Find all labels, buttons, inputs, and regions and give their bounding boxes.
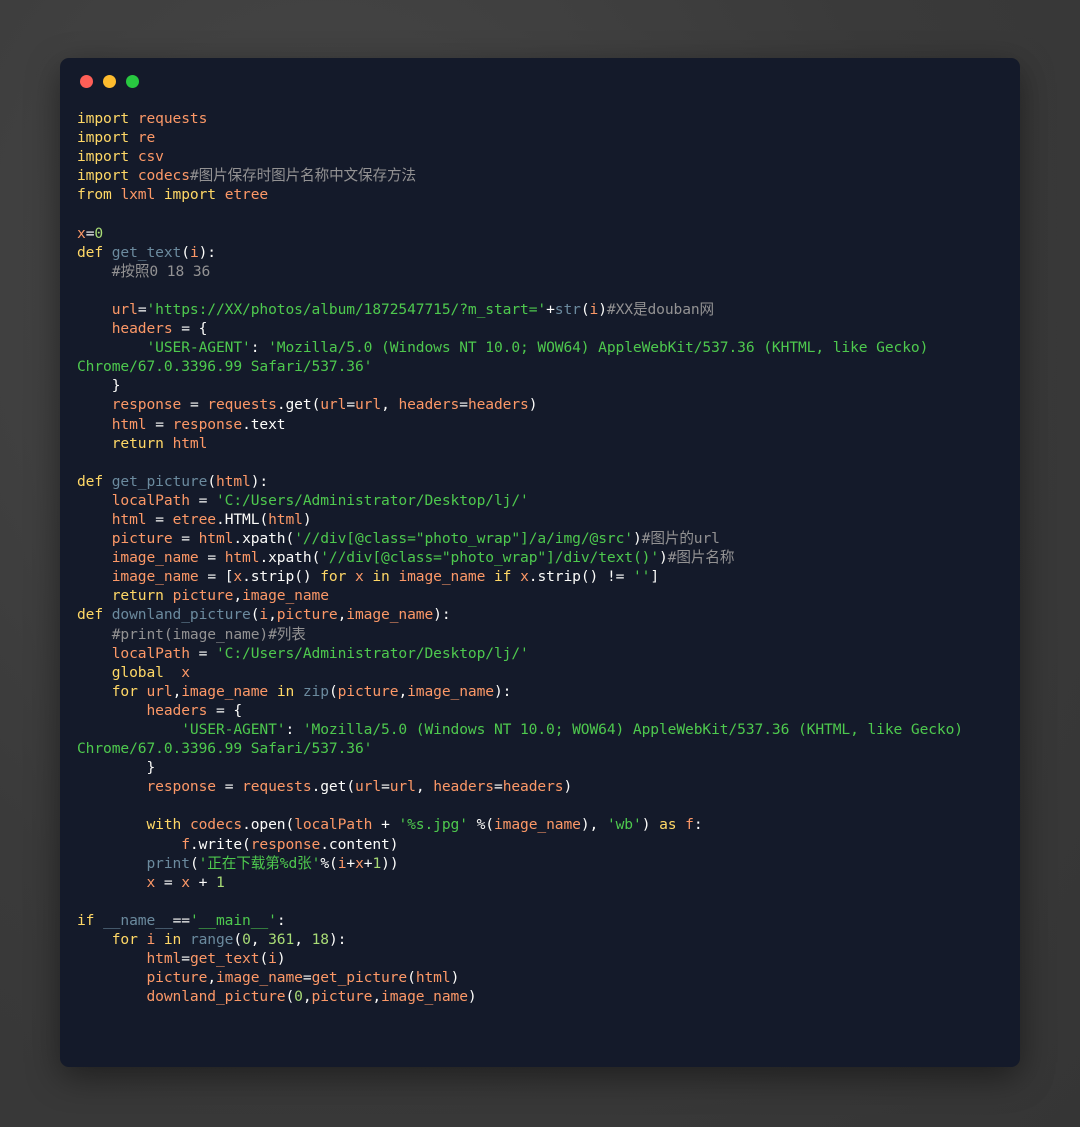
window-titlebar (60, 58, 1020, 104)
code-editor-area[interactable]: import requests import re import csv imp… (60, 104, 1020, 1006)
maximize-window-button[interactable] (126, 74, 139, 88)
python-source-code: import requests import re import csv imp… (77, 110, 972, 1006)
close-window-button[interactable] (80, 74, 93, 88)
code-snippet-window: import requests import re import csv imp… (60, 58, 1020, 1067)
minimize-window-button[interactable] (103, 74, 116, 88)
